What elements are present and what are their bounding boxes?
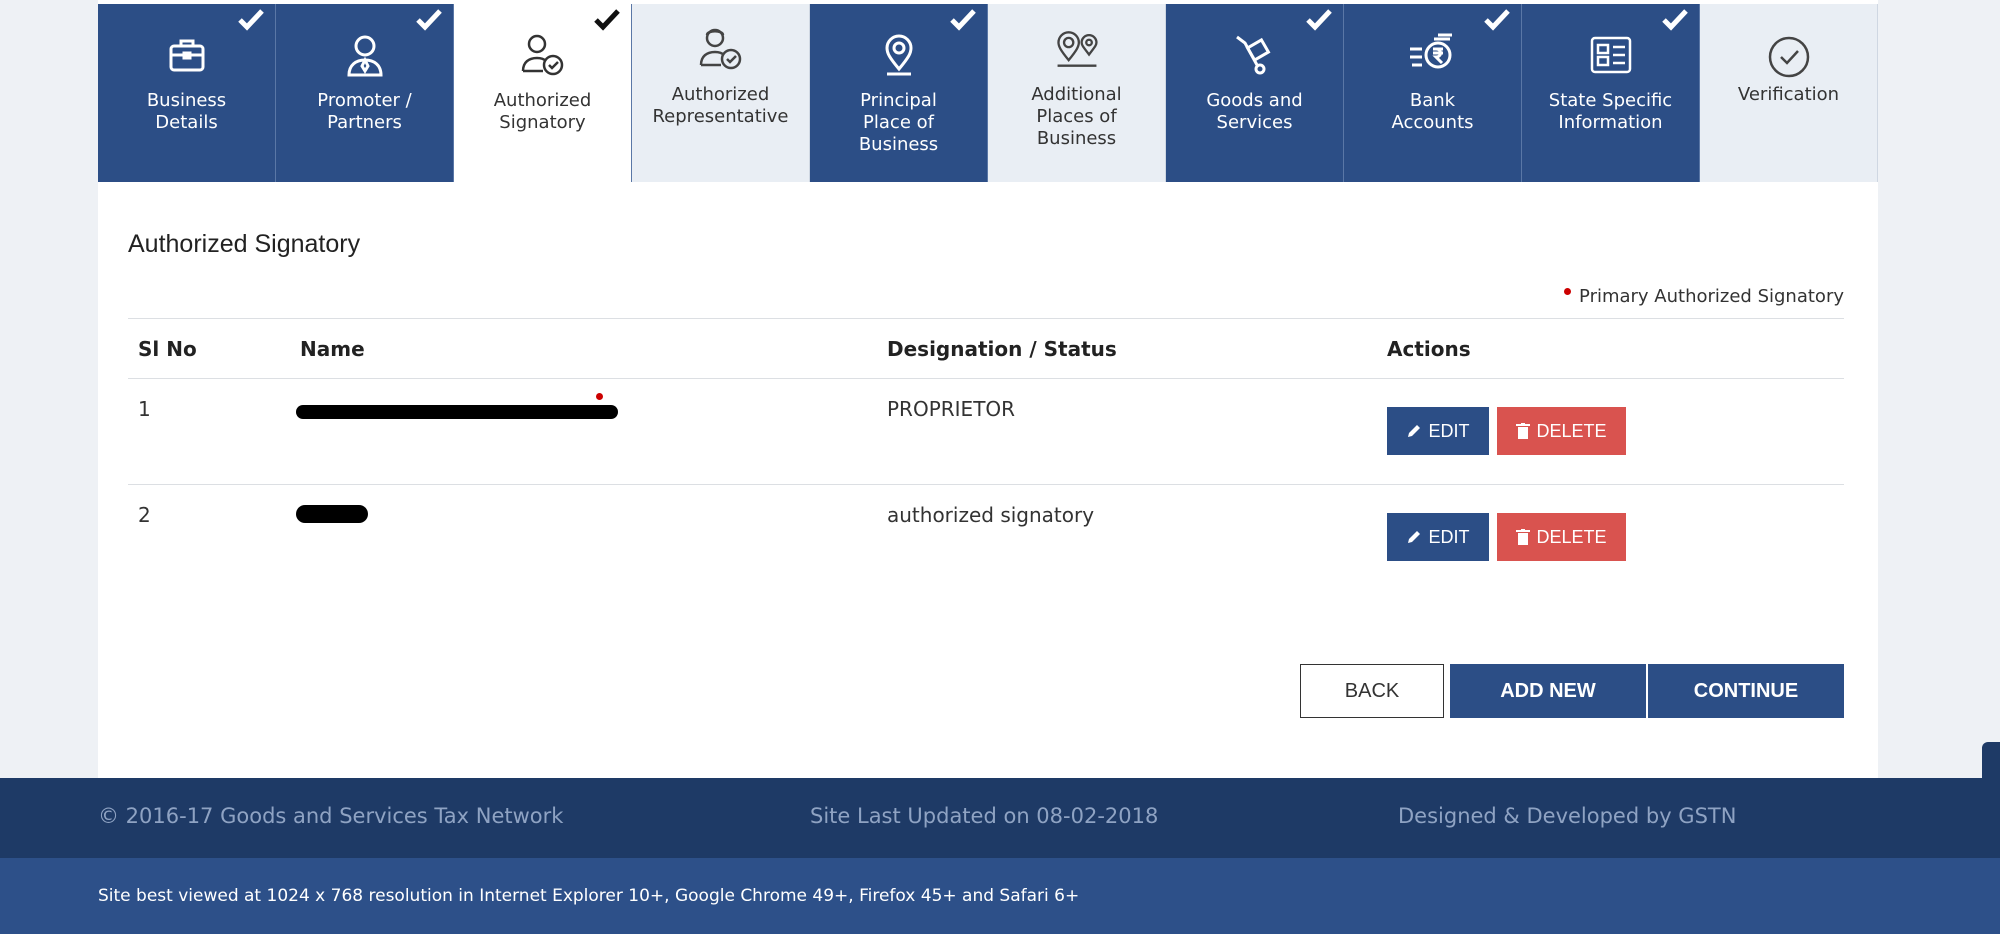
check-icon: [416, 9, 442, 31]
id-card-icon: [1586, 30, 1636, 80]
pencil-icon: [1408, 531, 1421, 543]
primary-signatory-legend: Primary Authorized Signatory: [1564, 286, 1844, 307]
tab-business-details[interactable]: Business Details: [98, 4, 276, 182]
footer-copyright: © 2016-17 Goods and Services Tax Network: [98, 804, 564, 828]
tab-label: Promoter / Partners: [317, 90, 412, 133]
delete-button[interactable]: DELETE: [1497, 513, 1626, 561]
tab-authorized-signatory[interactable]: Authorized Signatory: [454, 4, 632, 182]
footer-developed-by: Designed & Developed by GSTN: [1398, 804, 1737, 828]
footer-bottom: Site best viewed at 1024 x 768 resolutio…: [0, 858, 2000, 934]
circle-check-icon: [1764, 32, 1814, 82]
table-header: Sl No Name Designation / Status Actions: [128, 318, 1844, 378]
check-icon: [594, 9, 620, 31]
tab-label: Goods and Services: [1206, 90, 1303, 133]
tab-label: Bank Accounts: [1391, 90, 1474, 133]
row-sl-no: 1: [138, 397, 151, 421]
redacted-name: [296, 505, 368, 523]
tab-label: Authorized Representative: [652, 84, 789, 127]
tab-authorized-representative[interactable]: Authorized Representative: [632, 4, 810, 182]
footer-best-viewed: Site best viewed at 1024 x 768 resolutio…: [98, 886, 1080, 906]
page-title: Authorized Signatory: [128, 230, 361, 258]
edit-button[interactable]: EDIT: [1387, 513, 1489, 561]
check-icon: [1662, 9, 1688, 31]
header-designation: Designation / Status: [887, 337, 1117, 361]
table-row: 1 PROPRIETOR EDIT DELETE: [128, 378, 1844, 484]
check-icon: [1306, 9, 1332, 31]
table-row: 2 authorized signatory EDIT DELETE: [128, 484, 1844, 590]
location-pin-icon: [874, 30, 924, 80]
bottom-strip: [0, 934, 2000, 940]
tab-label: Business Details: [146, 90, 227, 133]
red-dot-icon: [1564, 288, 1572, 295]
briefcase-icon: [162, 30, 212, 80]
tab-promoter-partners[interactable]: Promoter / Partners: [276, 4, 454, 182]
trash-icon: [1516, 529, 1531, 545]
delete-label: DELETE: [1536, 420, 1607, 441]
tab-label: Additional Places of Business: [1031, 84, 1122, 149]
primary-marker-dot: [596, 393, 603, 400]
pencil-icon: [1408, 425, 1421, 437]
redacted-name: [296, 405, 618, 419]
tab-additional-places-of-business[interactable]: Additional Places of Business: [988, 4, 1166, 182]
delete-label: DELETE: [1536, 526, 1607, 547]
row-designation: PROPRIETOR: [887, 397, 1016, 421]
edit-label: EDIT: [1428, 420, 1470, 441]
registration-tabs: Business Details Promoter / Partners Aut…: [98, 4, 1878, 182]
tab-principal-place-of-business[interactable]: Principal Place of Business: [810, 4, 988, 182]
row-designation: authorized signatory: [887, 503, 1095, 527]
check-icon: [950, 9, 976, 31]
hand-truck-icon: [1230, 30, 1280, 80]
person-tie-icon: [340, 30, 390, 80]
person-headset-check-icon: [696, 24, 746, 74]
tab-verification[interactable]: Verification: [1700, 4, 1878, 182]
tab-goods-and-services[interactable]: Goods and Services: [1166, 4, 1344, 182]
add-new-button[interactable]: ADD NEW: [1450, 664, 1646, 718]
side-feedback-tab[interactable]: [1982, 742, 2000, 780]
tab-bank-accounts[interactable]: Bank Accounts: [1344, 4, 1522, 182]
header-name: Name: [300, 337, 365, 361]
footer-top: © 2016-17 Goods and Services Tax Network…: [0, 778, 2000, 858]
tab-state-specific-information[interactable]: State Specific Information: [1522, 4, 1700, 182]
tab-label: Verification: [1737, 84, 1840, 105]
signatory-table: Sl No Name Designation / Status Actions …: [128, 318, 1844, 590]
back-button[interactable]: BACK: [1300, 664, 1444, 718]
two-location-pins-icon: [1052, 24, 1102, 74]
tab-label: Authorized Signatory: [493, 90, 592, 133]
edit-button[interactable]: EDIT: [1387, 407, 1489, 455]
footer-last-updated: Site Last Updated on 08-02-2018: [810, 804, 1159, 828]
person-check-icon: [518, 30, 568, 80]
delete-button[interactable]: DELETE: [1497, 407, 1626, 455]
tab-label: Principal Place of Business: [858, 90, 939, 155]
edit-label: EDIT: [1428, 526, 1470, 547]
trash-icon: [1516, 423, 1531, 439]
legend-label: Primary Authorized Signatory: [1579, 286, 1844, 307]
header-actions: Actions: [1387, 337, 1471, 361]
rupee-coin-icon: [1408, 30, 1458, 80]
continue-button[interactable]: CONTINUE: [1648, 664, 1844, 718]
header-sl-no: Sl No: [138, 337, 197, 361]
tab-label: State Specific Information: [1548, 90, 1673, 133]
row-sl-no: 2: [138, 503, 151, 527]
check-icon: [238, 9, 264, 31]
check-icon: [1484, 9, 1510, 31]
